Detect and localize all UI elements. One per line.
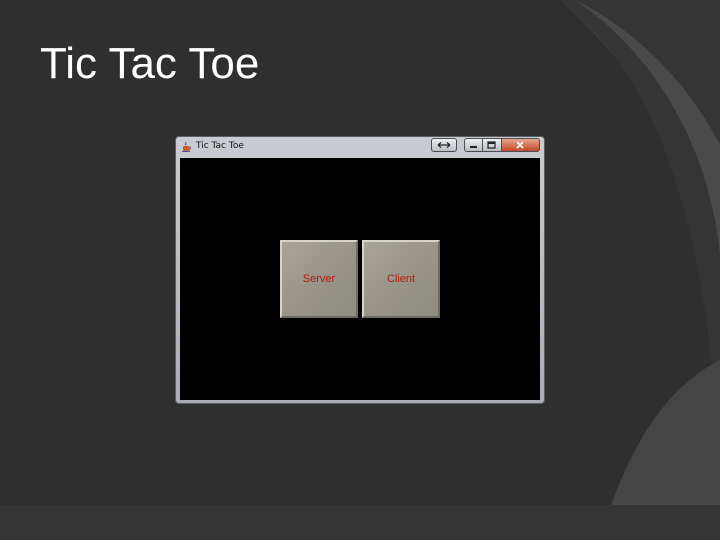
- java-cup-icon: [182, 141, 191, 152]
- client-button[interactable]: Client: [362, 240, 440, 318]
- resize-button[interactable]: [431, 138, 457, 152]
- maximize-button[interactable]: [483, 138, 502, 152]
- close-button[interactable]: [502, 138, 540, 152]
- close-icon: [516, 141, 524, 149]
- resize-icon: [437, 142, 451, 148]
- app-window: Tic Tac Toe Server Client: [175, 136, 545, 404]
- server-button[interactable]: Server: [280, 240, 358, 318]
- game-canvas: Server Client: [180, 158, 540, 400]
- window-title: Tic Tac Toe: [196, 141, 244, 151]
- minimize-icon: [470, 146, 477, 148]
- slide-title: Tic Tac Toe: [40, 39, 260, 88]
- maximize-icon: [487, 141, 496, 149]
- window-titlebar[interactable]: Tic Tac Toe: [176, 137, 544, 157]
- minimize-button[interactable]: [464, 138, 483, 152]
